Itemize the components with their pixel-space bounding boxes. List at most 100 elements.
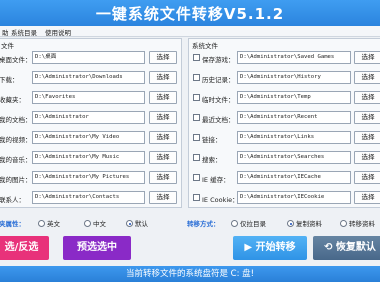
folder-label: IE 缓存： [202,176,230,184]
radio-mode-move[interactable]: 转移资料 [340,218,375,228]
folder-label: 我的视频： [0,136,32,144]
left-row: 我的图片： D:\Administrator\My Pictures 选择 [0,169,183,185]
start-transfer-button[interactable]: ▶ 开始转移 [233,236,307,260]
folder-label: 联系人： [0,196,25,204]
folder-label: 桌面文件： [0,56,32,64]
left-row: 联系人： D:\Administrator\Contacts 选择 [0,189,183,205]
choose-button[interactable]: 选择 [149,131,177,144]
choose-button[interactable]: 选择 [354,111,380,124]
right-row: 最近文档： D:\Administrator\Recent 选择 [189,109,380,125]
left-panel: 文件 桌面文件： D:\桌面 选择 下载： D:\Administrator\Downl… [0,38,182,208]
choose-button[interactable]: 选择 [354,171,380,184]
menu-item-system-dirs[interactable]: 系统目录 [11,27,37,37]
radio-dot [84,220,91,227]
choose-button[interactable]: 选择 [149,111,177,124]
folder-label: 我的图片： [0,176,32,184]
radio-mode-dirs-only[interactable]: 仅拉目录 [231,218,266,228]
left-row: 桌面文件： D:\桌面 选择 [0,49,183,65]
restore-default-button[interactable]: ⟲ 恢复默认 [313,236,380,260]
folder-path-input[interactable]: D:\Administrator\Recent [237,111,351,124]
left-row: 收藏夹： D:\Favorites 选择 [0,89,183,105]
folder-path-input[interactable]: D:\Favorites [32,91,145,104]
choose-button[interactable]: 选择 [354,51,380,64]
choose-button[interactable]: 选择 [149,71,177,84]
radio-attr-english[interactable]: 英文 [38,218,60,228]
folder-label: 保存游戏： [202,56,235,64]
window-title: 一键系统文件转移V5.1.2 [95,5,285,23]
folder-label: 收藏夹： [0,96,25,104]
right-row: 链接： D:\Administrator\Links 选择 [189,129,380,145]
radio-attr-default[interactable]: 默认 [126,218,148,228]
right-row: 搜索： D:\Administrator\Searches 选择 [189,149,380,165]
folder-path-input[interactable]: D:\Administrator\Saved Games [237,51,351,64]
folder-path-input[interactable]: D:\Administrator\IECookie [237,191,351,204]
title-bar: 一键系统文件转移V5.1.2 [0,0,380,26]
folder-label: 链接： [202,136,222,144]
folder-path-input[interactable]: D:\Administrator\IECache [237,171,351,184]
radio-mode-copy[interactable]: 复制资料 [287,218,322,228]
include-checkbox[interactable] [193,74,200,81]
menu-item-help[interactable]: 助 [2,27,9,37]
include-checkbox[interactable] [193,54,200,61]
choose-button[interactable]: 选择 [354,91,380,104]
choose-button[interactable]: 选择 [354,71,380,84]
include-checkbox[interactable] [193,114,200,121]
folder-label: 下载： [0,76,19,84]
folder-label: 我的文档： [0,116,32,124]
folder-path-input[interactable]: D:\Administrator [32,111,145,124]
left-row: 我的音乐： D:\Administrator\My Music 选择 [0,149,183,165]
folder-attr-label: 夹属性： [0,220,25,228]
include-checkbox[interactable] [193,94,200,101]
radio-dot-selected [287,220,294,227]
right-row: IE Cookie： D:\Administrator\IECookie 选择 [189,189,380,205]
radio-dot [231,220,238,227]
folder-path-input[interactable]: D:\Administrator\My Pictures [32,171,145,184]
folder-path-input[interactable]: D:\Administrator\Downloads [32,71,145,84]
choose-button[interactable]: 选择 [149,191,177,204]
choose-button[interactable]: 选择 [149,151,177,164]
folder-label: 我的音乐： [0,156,32,164]
choose-button[interactable]: 选择 [149,51,177,64]
include-checkbox[interactable] [193,134,200,141]
radio-dot [340,220,347,227]
right-row: 保存游戏： D:\Administrator\Saved Games 选择 [189,49,380,65]
folder-label: IE Cookie： [202,196,239,204]
right-row: IE 缓存： D:\Administrator\IECache 选择 [189,169,380,185]
include-checkbox[interactable] [193,174,200,181]
select-toggle-button[interactable]: 选/反选 [0,236,49,260]
folder-path-input[interactable]: D:\Administrator\Searches [237,151,351,164]
folder-path-input[interactable]: D:\Administrator\Contacts [32,191,145,204]
folder-path-input[interactable]: D:\桌面 [32,51,145,64]
folder-label: 历史记录： [202,76,235,84]
include-checkbox[interactable] [193,194,200,201]
choose-button[interactable]: 选择 [149,171,177,184]
right-panel: 系统文件 保存游戏： D:\Administrator\Saved Games 选择… [188,38,380,208]
choose-button[interactable]: 选择 [354,191,380,204]
status-bar: 当前转移文件的系统盘符是 C: 盘! [0,266,380,282]
folder-path-input[interactable]: D:\Administrator\My Video [32,131,145,144]
choose-button[interactable]: 选择 [354,131,380,144]
transfer-mode-label: 转移方式： [187,220,220,228]
choose-button[interactable]: 选择 [149,91,177,104]
right-row: 历史记录： D:\Administrator\History 选择 [189,69,380,85]
folder-path-input[interactable]: D:\Administrator\Links [237,131,351,144]
left-row: 下载： D:\Administrator\Downloads 选择 [0,69,183,85]
options-bar: 夹属性： 英文 中文 默认 转移方式： 仅拉目录 复制资料 转移资料 [0,214,380,230]
menu-item-instructions[interactable]: 使用说明 [45,27,71,37]
include-checkbox[interactable] [193,154,200,161]
left-row: 我的视频： D:\Administrator\My Video 选择 [0,129,183,145]
preselect-button[interactable]: 预选选中 [63,236,131,260]
right-row: 临时文件： D:\Administrator\Temp 选择 [189,89,380,105]
folder-label: 临时文件： [202,96,235,104]
left-row: 我的文档： D:\Administrator 选择 [0,109,183,125]
folder-label: 搜索： [202,156,222,164]
radio-attr-chinese[interactable]: 中文 [84,218,106,228]
folder-path-input[interactable]: D:\Administrator\My Music [32,151,145,164]
folder-label: 最近文档： [202,116,235,124]
folder-path-input[interactable]: D:\Administrator\History [237,71,351,84]
radio-dot-selected [126,220,133,227]
folder-path-input[interactable]: D:\Administrator\Temp [237,91,351,104]
menu-bar: 助 系统目录 使用说明 [0,26,380,37]
choose-button[interactable]: 选择 [354,151,380,164]
radio-dot [38,220,45,227]
